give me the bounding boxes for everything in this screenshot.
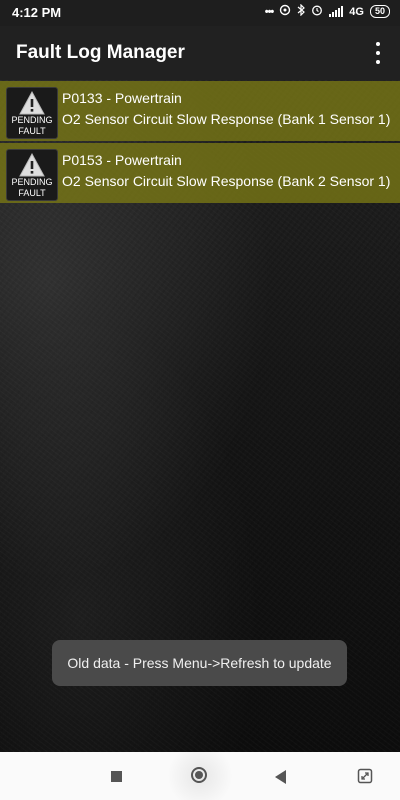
- fault-code: P0153 - Powertrain: [62, 152, 182, 168]
- back-triangle-icon[interactable]: [275, 770, 286, 784]
- home-circle-icon[interactable]: [191, 767, 207, 783]
- app-title: Fault Log Manager: [16, 42, 185, 63]
- fault-description: O2 Sensor Circuit Slow Response (Bank 1 …: [62, 111, 391, 127]
- pending-fault-icon: PENDING FAULT: [6, 87, 58, 139]
- overflow-menu-icon[interactable]: [368, 42, 388, 64]
- signal-icon: [329, 6, 344, 17]
- status-time: 4:12 PM: [12, 5, 62, 20]
- status-icons: ••• 4G 50: [264, 3, 390, 19]
- navigation-bar: [0, 752, 400, 800]
- app-bar: Fault Log Manager: [0, 26, 400, 80]
- fault-row[interactable]: PENDING FAULT P0133 - Powertrain O2 Sens…: [0, 81, 400, 141]
- hotspot-icon: [279, 4, 291, 19]
- recents-square-icon[interactable]: [111, 771, 122, 782]
- network-type: 4G: [349, 5, 364, 18]
- bluetooth-icon: [297, 3, 306, 19]
- fault-description: O2 Sensor Circuit Slow Response (Bank 2 …: [62, 173, 391, 189]
- badge-line-1: PENDING: [11, 115, 53, 125]
- fault-list: PENDING FAULT P0133 - Powertrain O2 Sens…: [0, 81, 400, 205]
- warning-triangle-icon: [19, 91, 45, 115]
- dots-icon: •••: [264, 5, 275, 18]
- warning-triangle-icon: [19, 153, 45, 177]
- badge-line-2: FAULT: [18, 188, 46, 198]
- expand-icon[interactable]: [357, 768, 373, 784]
- fault-code: P0133 - Powertrain: [62, 90, 182, 106]
- badge-line-1: PENDING: [11, 177, 53, 187]
- pending-fault-icon: PENDING FAULT: [6, 149, 58, 201]
- badge-line-2: FAULT: [18, 126, 46, 136]
- fault-row[interactable]: PENDING FAULT P0153 - Powertrain O2 Sens…: [0, 143, 400, 203]
- alarm-icon: [311, 4, 323, 19]
- battery-icon: 50: [369, 5, 390, 18]
- toast-message: Old data - Press Menu->Refresh to update: [52, 640, 347, 686]
- status-bar: 4:12 PM ••• 4G 50: [0, 0, 400, 26]
